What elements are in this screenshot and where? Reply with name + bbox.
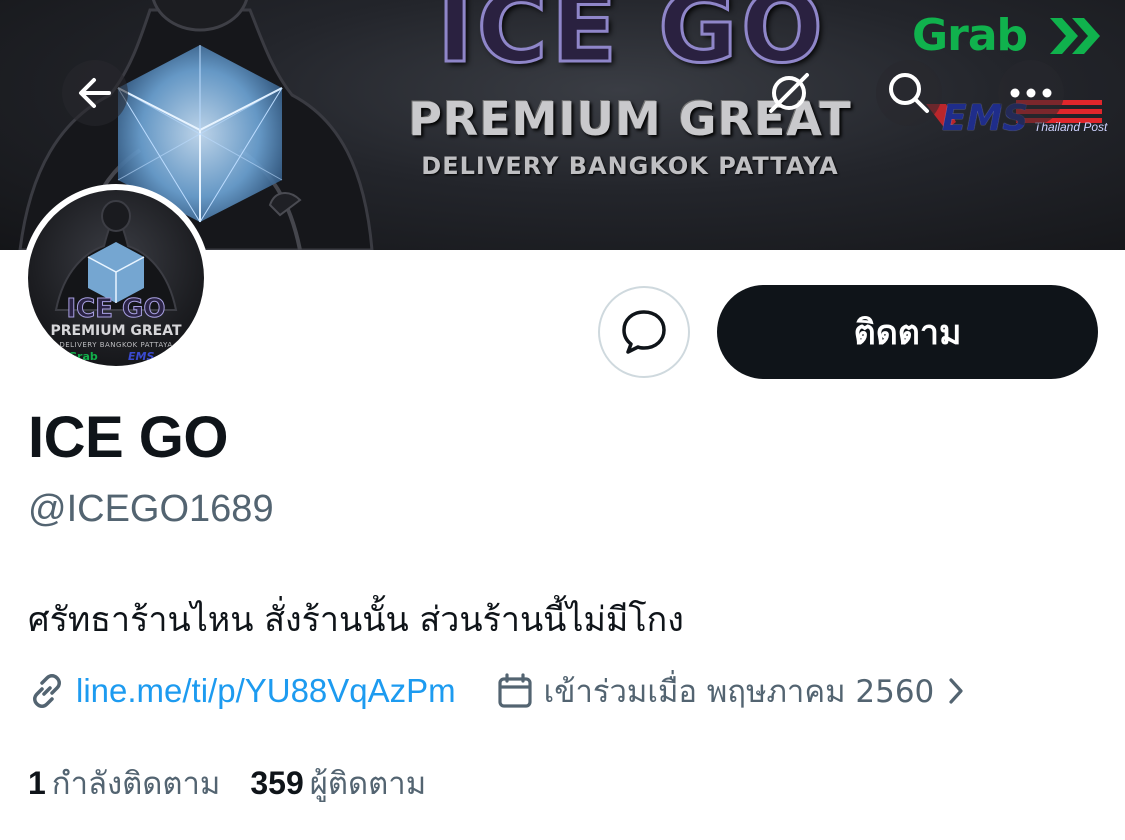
- back-button[interactable]: [62, 60, 128, 126]
- following-count: 1: [28, 765, 46, 801]
- followers-count: 359: [250, 765, 304, 801]
- follow-stats: 1 กำลังติดตาม 359 ผู้ติดตาม: [28, 758, 426, 808]
- user-handle: @ICEGO1689: [28, 488, 274, 530]
- message-bubble-icon: [622, 310, 666, 354]
- avatar-image: ICE GO PREMIUM GREAT DELIVERY BANGKOK PA…: [28, 190, 204, 366]
- following-stat[interactable]: 1 กำลังติดตาม: [28, 758, 220, 808]
- avatar-grab-logo: Grab: [68, 350, 98, 363]
- grab-logo: Grab: [912, 10, 1028, 61]
- more-icon: [1010, 88, 1052, 98]
- grab-arrows-icon: [1050, 18, 1100, 54]
- avatar-title: ICE GO: [66, 294, 166, 325]
- grok-icon: [769, 73, 809, 113]
- more-button[interactable]: [998, 60, 1064, 126]
- profile-link-text: line.me/ti/p/YU88VqAzPm: [76, 672, 456, 709]
- search-button[interactable]: [876, 60, 942, 126]
- avatar-figure-image: [54, 200, 178, 311]
- calendar-icon: [496, 672, 534, 710]
- grok-button[interactable]: [756, 60, 822, 126]
- message-button[interactable]: [598, 286, 690, 378]
- followers-label: ผู้ติดตาม: [309, 766, 427, 802]
- profile-meta-row: line.me/ti/p/YU88VqAzPm เข้าร่วมเมื่อ พฤ…: [28, 668, 966, 714]
- back-arrow-icon: [79, 78, 111, 108]
- avatar-subtitle: PREMIUM GREAT: [50, 323, 182, 339]
- avatar-ems-logo: EMS: [128, 350, 155, 363]
- profile-bio: ศรัทธาร้านไหน สั่งร้านนั้น ส่วนร้านนี้ไม…: [28, 600, 684, 640]
- following-label: กำลังติดตาม: [51, 766, 221, 802]
- profile-link[interactable]: line.me/ti/p/YU88VqAzPm: [28, 672, 456, 710]
- avatar[interactable]: ICE GO PREMIUM GREAT DELIVERY BANGKOK PA…: [22, 184, 210, 372]
- follow-button[interactable]: ติดตาม: [717, 285, 1098, 379]
- avatar-tagline: DELIVERY BANGKOK PATTAYA: [59, 341, 173, 349]
- chevron-right-icon: [946, 676, 966, 706]
- link-icon: [28, 672, 66, 710]
- joined-date-text: เข้าร่วมเมื่อ พฤษภาคม 2560: [543, 674, 935, 710]
- joined-date[interactable]: เข้าร่วมเมื่อ พฤษภาคม 2560: [496, 666, 967, 716]
- search-icon: [889, 73, 929, 113]
- followers-stat[interactable]: 359 ผู้ติดตาม: [250, 758, 426, 808]
- display-name: ICE GO: [28, 405, 229, 470]
- banner-tagline: DELIVERY BANGKOK PATTAYA: [421, 152, 839, 180]
